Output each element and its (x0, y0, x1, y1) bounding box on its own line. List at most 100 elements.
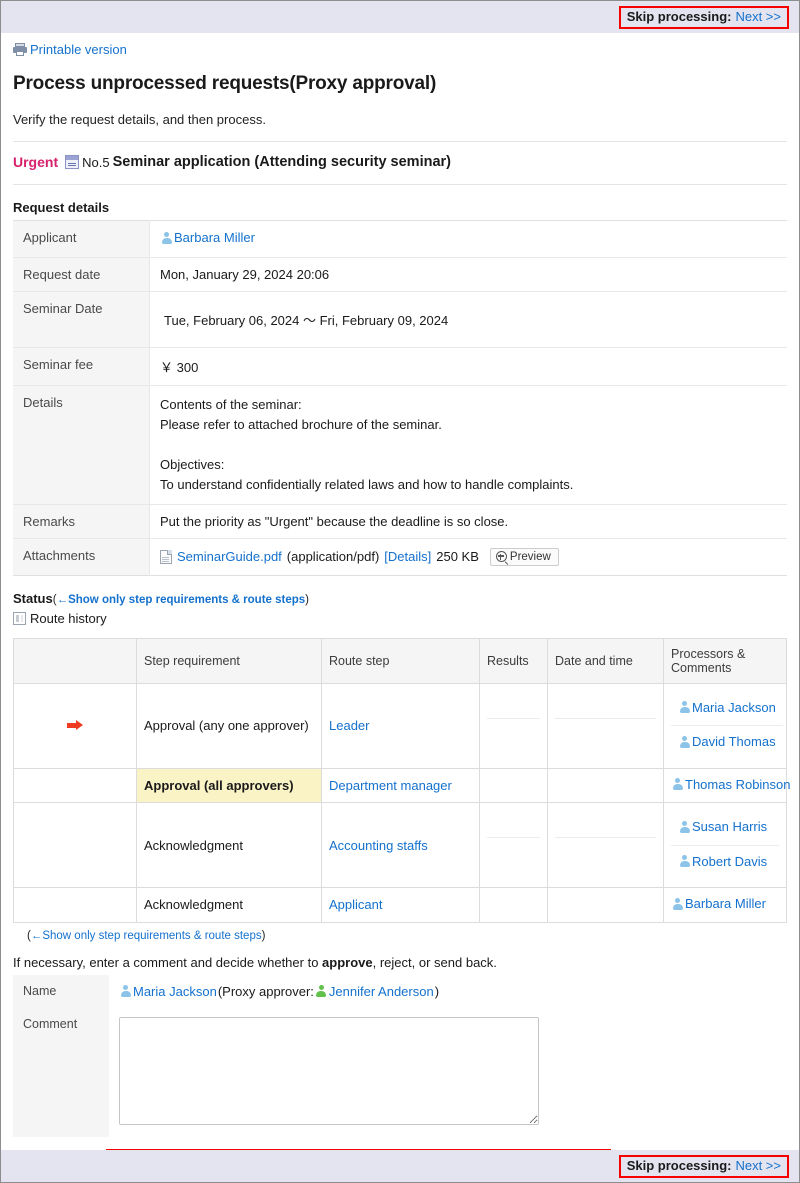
cell-route-step: Applicant (321, 887, 480, 922)
attachment-filename-link[interactable]: SeminarGuide.pdf (177, 549, 282, 564)
instruction-bold-approve: approve (322, 954, 373, 970)
cell-results (479, 768, 548, 803)
cell-date-and-time (547, 683, 664, 769)
show-only-steps-link-top[interactable]: ←Show only step requirements & route ste… (57, 594, 306, 606)
page-lead-text: Verify the request details, and then pro… (13, 112, 266, 127)
row-label-attachments: Attachments (13, 538, 150, 575)
processor-cell: Robert Davis (671, 845, 779, 879)
processor-cell: Maria Jackson (671, 691, 783, 726)
row-label-request-date: Request date (13, 257, 150, 292)
name-label: Name (13, 974, 109, 1008)
approver-user-link[interactable]: Maria Jackson (119, 984, 217, 999)
row-value-attachments: SeminarGuide.pdf (application/pdf) [Deta… (150, 538, 788, 575)
cell-results (479, 887, 548, 922)
table-row: Seminar Date Tue, February 06, 2024 〜 Fr… (13, 291, 787, 348)
show-only-steps-row-bottom: (←Show only step requirements & route st… (27, 930, 787, 942)
applicant-user-link[interactable]: Barbara Miller (160, 230, 255, 245)
results-value (487, 701, 540, 719)
processor-cell: David Thomas (671, 726, 783, 760)
route-step-link[interactable]: Department manager (329, 778, 452, 793)
zoom-in-icon (495, 551, 507, 562)
col-header-processors-comments: Processors & Comments (663, 638, 787, 684)
comment-input-cell (109, 1008, 787, 1137)
person-icon (678, 820, 691, 834)
bottom-banner-wrap: Skip processing: Next >> (1, 1150, 799, 1182)
comment-textarea[interactable] (119, 1016, 539, 1125)
person-icon-green (315, 984, 328, 998)
row-label-seminar-date: Seminar Date (13, 291, 150, 348)
processor-name: Susan Harris (692, 819, 768, 834)
printable-version-link[interactable]: Printable version (30, 42, 127, 57)
row-label-details: Details (13, 385, 150, 505)
cell-route-step: Leader (321, 683, 480, 769)
table-row: Acknowledgment Accounting staffs Susan H… (13, 802, 787, 888)
table-row: Acknowledgment Applicant Barbara Miller (13, 887, 787, 922)
printer-icon (13, 43, 27, 56)
skip-processing-bottom[interactable]: Skip processing: Next >> (618, 1154, 789, 1178)
printable-version-row[interactable]: Printable version (13, 33, 787, 63)
current-step-arrow-cell (13, 683, 137, 769)
cell-processors: Susan Harris Robert Davis (663, 802, 787, 888)
attachment-preview-button[interactable]: Preview (489, 547, 559, 566)
route-step-link[interactable]: Leader (329, 718, 369, 733)
row-label-applicant: Applicant (13, 220, 150, 258)
request-subject-text: Seminar application (Attending security … (112, 154, 452, 170)
row-value-seminar-fee: ￥ 300 (149, 347, 787, 386)
show-only-steps-link-bottom[interactable]: ←Show only step requirements & route ste… (31, 930, 262, 942)
processor-cell: Susan Harris (671, 811, 779, 846)
datetime-value (555, 821, 656, 838)
col-header-arrow (13, 638, 137, 684)
applicant-name: Barbara Miller (174, 230, 255, 245)
processor-user-link[interactable]: David Thomas (678, 734, 776, 749)
proxy-close-text: ) (434, 983, 440, 999)
processor-user-link[interactable]: Barbara Miller (671, 896, 766, 911)
page-title: Process unprocessed requests(Proxy appro… (13, 73, 437, 94)
request-number: No.5 (82, 154, 110, 170)
processor-user-link[interactable]: Maria Jackson (678, 700, 776, 715)
person-icon (678, 854, 691, 868)
skip-processing-top[interactable]: Skip processing: Next >> (618, 5, 789, 29)
attachment-details-link[interactable]: [Details] (384, 549, 431, 564)
results-value (487, 718, 540, 750)
table-row: Seminar fee ￥ 300 (13, 347, 787, 386)
datetime-value (555, 838, 656, 870)
table-row: Remarks Put the priority as "Urgent" bec… (13, 504, 787, 539)
processor-name: David Thomas (692, 734, 776, 749)
route-step-link[interactable]: Applicant (329, 897, 382, 912)
proxy-approver-user-link[interactable]: Jennifer Anderson (315, 984, 434, 999)
results-value (487, 821, 540, 838)
status-table: Step requirement Route step Results Date… (13, 637, 791, 923)
row-label-remarks: Remarks (13, 504, 150, 539)
table-row: Approval (all approvers) Department mana… (13, 768, 791, 803)
skip-processing-next-link-bottom[interactable]: Next >> (735, 1158, 781, 1174)
processor-user-link[interactable]: Thomas Robinson (671, 777, 791, 792)
processor-name: Maria Jackson (692, 699, 776, 715)
results-value (487, 838, 540, 870)
route-history-row[interactable]: Route history (13, 611, 787, 626)
cell-date-and-time (547, 802, 664, 888)
skip-processing-next-link[interactable]: Next >> (735, 9, 781, 25)
status-heading-row: Status(←Show only step requirements & ro… (13, 591, 787, 606)
row-value-remarks: Put the priority as "Urgent" because the… (149, 504, 787, 539)
request-details-table: Applicant Barbara Miller Request date Mo… (13, 220, 787, 576)
processor-user-link[interactable]: Robert Davis (678, 854, 767, 869)
cell-results (479, 802, 548, 888)
person-icon (671, 777, 684, 791)
comment-label: Comment (13, 1007, 109, 1137)
cell-date-and-time (547, 887, 664, 922)
processor-user-link[interactable]: Susan Harris (678, 819, 767, 834)
cell-date-and-time (547, 768, 664, 803)
cell-processors: Thomas Robinson (663, 768, 791, 803)
route-step-link[interactable]: Accounting staffs (329, 838, 428, 853)
cell-step-requirement: Approval (all approvers) (136, 768, 322, 803)
row-value-applicant: Barbara Miller (149, 220, 787, 258)
route-history-label: Route history (30, 610, 107, 626)
person-icon (678, 700, 691, 714)
instruction-after: , reject, or send back. (372, 954, 497, 970)
person-icon (678, 735, 691, 749)
table-row: Applicant Barbara Miller (13, 220, 787, 258)
row-value-details: Contents of the seminar: Please refer to… (149, 385, 787, 505)
instruction-before: If necessary, enter a comment and decide… (13, 954, 323, 970)
table-row: Approval (any one approver) Leader Maria… (13, 683, 787, 769)
row-value-seminar-date: Tue, February 06, 2024 〜 Fri, February 0… (149, 291, 787, 348)
